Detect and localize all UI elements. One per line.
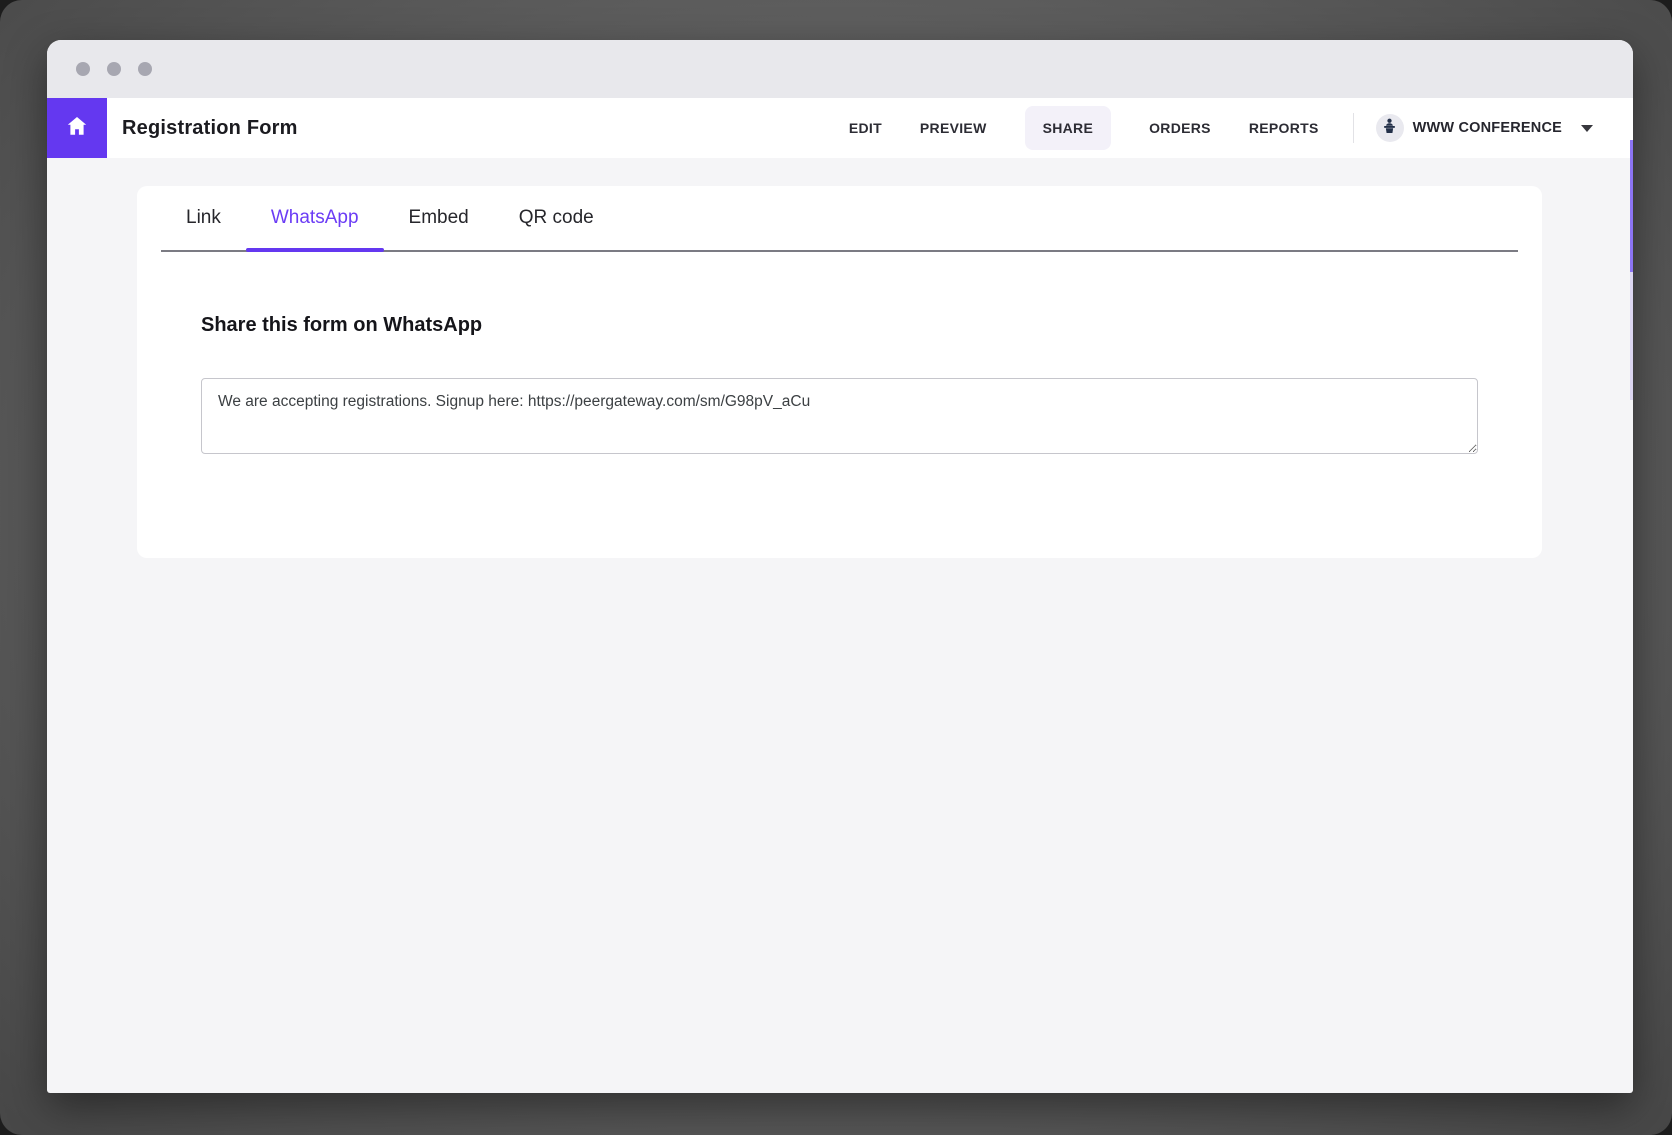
home-icon [65, 114, 89, 143]
tab-link[interactable]: Link [161, 186, 246, 250]
window-control-dot [107, 62, 121, 76]
browser-window: Registration Form EDIT PREVIEW SHARE ORD… [47, 40, 1633, 1093]
window-control-dot [76, 62, 90, 76]
account-name: WWW CONFERENCE [1413, 120, 1562, 136]
speaker-podium-icon [1380, 116, 1399, 140]
nav-item-orders[interactable]: ORDERS [1149, 120, 1211, 136]
share-card-body: Share this form on WhatsApp We are accep… [137, 252, 1542, 454]
tab-qr-code[interactable]: QR code [494, 186, 619, 250]
chevron-down-icon [1581, 125, 1593, 132]
nav-item-edit[interactable]: EDIT [849, 120, 882, 136]
account-menu[interactable]: WWW CONFERENCE [1376, 114, 1593, 142]
main-nav: EDIT PREVIEW SHARE ORDERS REPORTS [849, 106, 1319, 150]
scrollbar-track [1630, 272, 1633, 400]
nav-item-share[interactable]: SHARE [1025, 106, 1112, 150]
header-divider [1353, 113, 1354, 143]
home-button[interactable] [47, 98, 107, 158]
tab-whatsapp[interactable]: WhatsApp [246, 186, 384, 250]
section-heading: Share this form on WhatsApp [201, 310, 1478, 340]
desktop-frame: Registration Form EDIT PREVIEW SHARE ORD… [0, 0, 1672, 1135]
whatsapp-message-textarea[interactable]: We are accepting registrations. Signup h… [201, 378, 1478, 454]
share-card: Link WhatsApp Embed QR code Share this f… [137, 186, 1542, 558]
nav-item-reports[interactable]: REPORTS [1249, 120, 1319, 136]
scrollbar-thumb[interactable] [1630, 140, 1633, 272]
app-header: Registration Form EDIT PREVIEW SHARE ORD… [47, 98, 1633, 158]
window-control-dot [138, 62, 152, 76]
browser-titlebar [47, 40, 1633, 98]
tab-embed[interactable]: Embed [384, 186, 494, 250]
header-right-group: EDIT PREVIEW SHARE ORDERS REPORTS [849, 106, 1633, 150]
nav-item-preview[interactable]: PREVIEW [920, 120, 987, 136]
avatar [1376, 114, 1404, 142]
page-title: Registration Form [122, 117, 298, 140]
share-tabs: Link WhatsApp Embed QR code [161, 186, 1518, 252]
